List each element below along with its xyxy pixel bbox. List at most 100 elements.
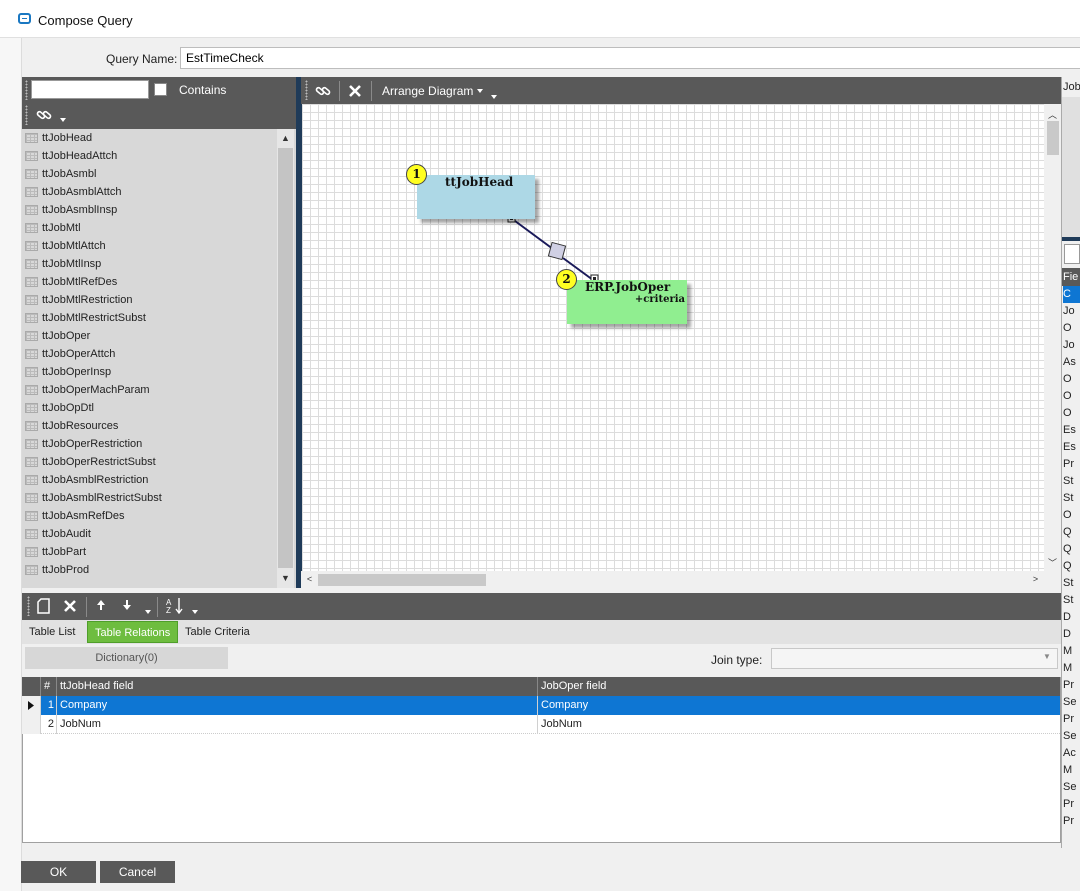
- list-item[interactable]: ttJobAsmblRestrictSubst: [22, 489, 277, 507]
- list-item[interactable]: ttJobOperAttch: [22, 345, 277, 363]
- field-list-item[interactable]: Pr: [1063, 456, 1080, 473]
- list-item[interactable]: ttJobAsmbl: [22, 165, 277, 183]
- table-list-scroll-thumb[interactable]: [278, 148, 293, 568]
- field-list-item[interactable]: Pr: [1063, 711, 1080, 728]
- field-list-item[interactable]: O: [1063, 371, 1080, 388]
- dropdown-arrow-icon[interactable]: [491, 95, 497, 99]
- list-item[interactable]: ttJobMtlRefDes: [22, 273, 277, 291]
- field-list-item[interactable]: St: [1063, 490, 1080, 507]
- field-list-item[interactable]: O: [1063, 320, 1080, 337]
- link-icon[interactable]: [36, 107, 52, 123]
- field-list-item[interactable]: C: [1063, 286, 1080, 303]
- list-item[interactable]: ttJobAudit: [22, 525, 277, 543]
- list-item[interactable]: ttJobMtl: [22, 219, 277, 237]
- field-list-item[interactable]: Se: [1063, 779, 1080, 796]
- list-item[interactable]: ttJobProd: [22, 561, 277, 579]
- list-item[interactable]: ttJobOperInsp: [22, 363, 277, 381]
- field-list-item[interactable]: As: [1063, 354, 1080, 371]
- list-item[interactable]: ttJobAsmRefDes: [22, 507, 277, 525]
- sort-az-icon[interactable]: A Z: [166, 597, 186, 614]
- field-list-item[interactable]: Es: [1063, 422, 1080, 439]
- field-list-item[interactable]: Es: [1063, 439, 1080, 456]
- tab-table-relations[interactable]: Table Relations: [87, 621, 179, 643]
- list-item[interactable]: ttJobMtlRestrictSubst: [22, 309, 277, 327]
- left-field-cell[interactable]: Company: [56, 696, 538, 715]
- field-list-item[interactable]: Q: [1063, 541, 1080, 558]
- delete-icon[interactable]: [348, 84, 362, 98]
- field-list-item[interactable]: Q: [1063, 558, 1080, 575]
- field-list-item[interactable]: Jo: [1063, 303, 1080, 320]
- field-list-item[interactable]: D: [1063, 626, 1080, 643]
- column-header-right-field[interactable]: JobOper field: [537, 677, 1059, 696]
- field-list-item[interactable]: St: [1063, 575, 1080, 592]
- field-list-item[interactable]: Pr: [1063, 677, 1080, 694]
- diagram-vertical-scroll-thumb[interactable]: [1047, 121, 1059, 155]
- field-list-item[interactable]: St: [1063, 592, 1080, 609]
- field-list-item[interactable]: Q: [1063, 524, 1080, 541]
- field-list-item[interactable]: O: [1063, 507, 1080, 524]
- diagram-node-joboper[interactable]: ERP.JobOper +criteria: [567, 280, 687, 324]
- column-header-number[interactable]: #: [40, 677, 56, 696]
- dictionary-button[interactable]: Dictionary(0): [25, 647, 228, 669]
- diagram-vertical-scrollbar[interactable]: [1044, 104, 1061, 571]
- list-item[interactable]: ttJobAsmblAttch: [22, 183, 277, 201]
- cancel-button[interactable]: Cancel: [100, 861, 175, 883]
- move-up-icon[interactable]: [96, 599, 106, 611]
- list-item[interactable]: ttJobOpDtl: [22, 399, 277, 417]
- field-list-item[interactable]: St: [1063, 473, 1080, 490]
- dropdown-arrow-icon[interactable]: [192, 610, 198, 614]
- list-item[interactable]: ttJobAsmblRestriction: [22, 471, 277, 489]
- ok-button[interactable]: OK: [21, 861, 96, 883]
- list-item[interactable]: ttJobOperMachParam: [22, 381, 277, 399]
- right-field-cell[interactable]: JobNum: [537, 715, 1059, 734]
- field-list-item[interactable]: Pr: [1063, 796, 1080, 813]
- field-list-item[interactable]: D: [1063, 609, 1080, 626]
- arrange-diagram-menu[interactable]: Arrange Diagram: [382, 84, 473, 98]
- list-item[interactable]: ttJobAsmblInsp: [22, 201, 277, 219]
- scroll-down-icon[interactable]: ﹀: [1045, 556, 1060, 569]
- field-list-item[interactable]: Se: [1063, 728, 1080, 745]
- tab-table-criteria[interactable]: Table Criteria: [178, 621, 257, 643]
- list-item[interactable]: ttJobResources: [22, 417, 277, 435]
- list-item[interactable]: ttJobMtlRestriction: [22, 291, 277, 309]
- list-item[interactable]: ttJobHead: [22, 129, 277, 147]
- row-selector[interactable]: [22, 715, 40, 734]
- contains-checkbox[interactable]: [154, 83, 167, 96]
- dropdown-arrow-icon[interactable]: [145, 610, 151, 614]
- field-search-input[interactable]: [1064, 244, 1080, 264]
- field-list-item[interactable]: O: [1063, 388, 1080, 405]
- dropdown-arrow-icon[interactable]: [60, 118, 66, 122]
- left-field-cell[interactable]: JobNum: [56, 715, 538, 734]
- scroll-up-icon[interactable]: ▲: [278, 133, 293, 143]
- field-list-item[interactable]: M: [1063, 762, 1080, 779]
- list-item[interactable]: ttJobOper: [22, 327, 277, 345]
- right-field-cell[interactable]: Company: [537, 696, 1059, 715]
- join-type-select[interactable]: [771, 648, 1058, 669]
- table-search-input[interactable]: [31, 80, 149, 99]
- list-item[interactable]: ttJobPart: [22, 543, 277, 561]
- list-item[interactable]: ttJobMtlInsp: [22, 255, 277, 273]
- table-row[interactable]: 1 Company Company: [22, 696, 1060, 715]
- field-list-item[interactable]: Jo: [1063, 337, 1080, 354]
- scroll-left-icon[interactable]: <: [302, 574, 317, 584]
- field-list-item[interactable]: Pr: [1063, 813, 1080, 830]
- diagram-node-ttjobhead[interactable]: ttJobHead: [417, 175, 535, 219]
- scroll-up-icon[interactable]: ︿: [1045, 108, 1060, 121]
- list-item[interactable]: ttJobHeadAttch: [22, 147, 277, 165]
- list-item[interactable]: ttJobOperRestriction: [22, 435, 277, 453]
- field-list-item[interactable]: Ac: [1063, 745, 1080, 762]
- field-list-item[interactable]: M: [1063, 660, 1080, 677]
- list-item[interactable]: ttJobOperRestrictSubst: [22, 453, 277, 471]
- query-name-input[interactable]: [180, 47, 1080, 69]
- list-item[interactable]: ttJobMtlAttch: [22, 237, 277, 255]
- field-list-item[interactable]: M: [1063, 643, 1080, 660]
- diagram-horizontal-scroll-thumb[interactable]: [318, 574, 486, 586]
- field-list-item[interactable]: O: [1063, 405, 1080, 422]
- scroll-down-icon[interactable]: ▼: [278, 573, 293, 583]
- table-row[interactable]: 2 JobNum JobNum: [22, 715, 1060, 734]
- chevron-down-icon[interactable]: ▼: [1043, 652, 1051, 661]
- scroll-right-icon[interactable]: >: [1028, 574, 1043, 584]
- move-down-icon[interactable]: [122, 599, 132, 611]
- delete-icon[interactable]: [63, 599, 77, 613]
- link-icon[interactable]: [315, 83, 331, 99]
